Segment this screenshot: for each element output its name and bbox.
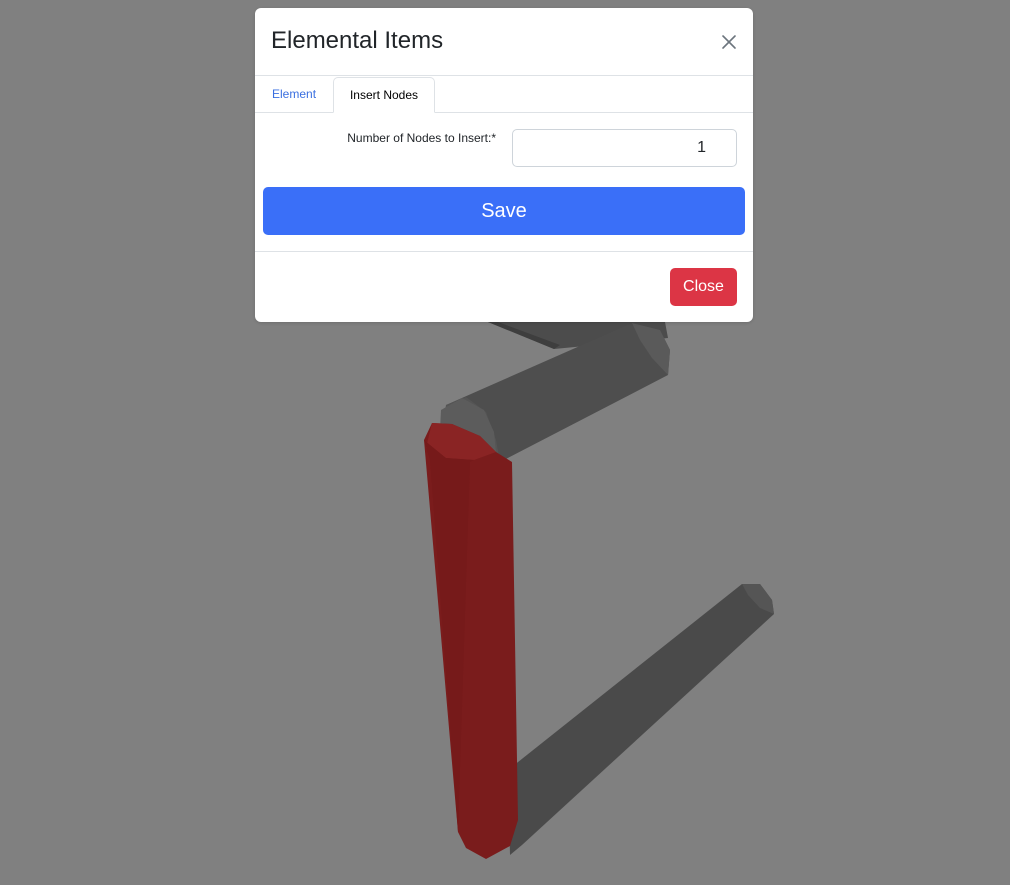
close-button[interactable]: Close — [670, 268, 737, 306]
tab-insert-nodes[interactable]: Insert Nodes — [333, 77, 435, 113]
modal-header: Elemental Items — [255, 8, 753, 76]
save-button[interactable]: Save — [263, 187, 745, 235]
close-icon[interactable] — [717, 30, 741, 54]
nodes-to-insert-input[interactable] — [512, 129, 737, 167]
elemental-items-modal: Elemental Items Element Insert Nodes Num… — [255, 8, 753, 322]
nodes-to-insert-label: Number of Nodes to Insert:* — [347, 131, 496, 145]
member-lower-diagonal[interactable] — [508, 584, 774, 855]
modal-title: Elemental Items — [271, 27, 444, 54]
member-selected[interactable] — [424, 423, 518, 859]
modal-footer: Close — [255, 251, 753, 322]
tab-bar: Element Insert Nodes — [255, 76, 753, 113]
tab-element[interactable]: Element — [256, 77, 332, 113]
